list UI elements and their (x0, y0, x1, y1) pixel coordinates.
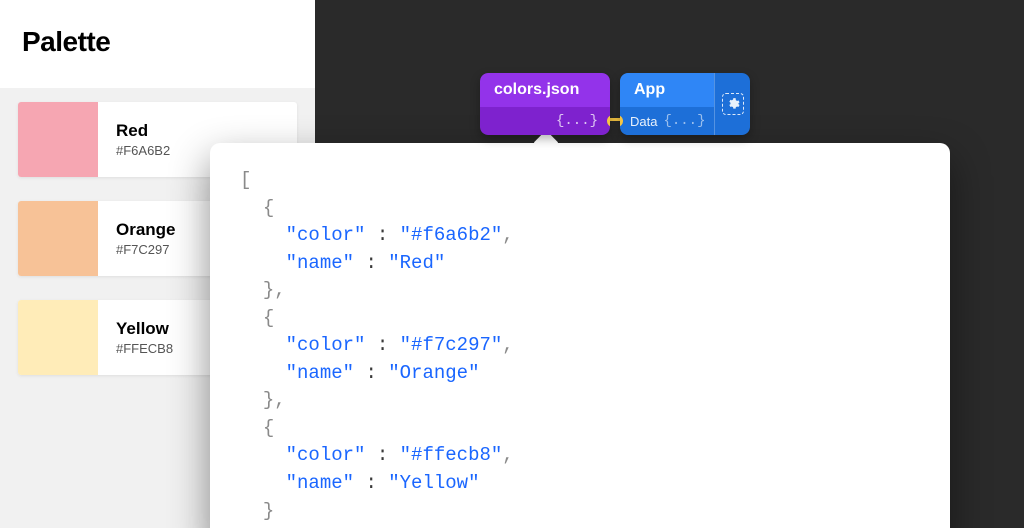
node-title: colors.json (480, 73, 610, 107)
swatch-hex: #FFECB8 (116, 341, 173, 356)
input-port[interactable] (620, 115, 623, 127)
braces-icon: {...} (663, 113, 705, 129)
json-source-view[interactable]: [ { "color" : "#f6a6b2", "name" : "Red" … (240, 167, 920, 528)
swatch-info: Orange #F7C297 (98, 201, 194, 276)
swatch-name: Red (116, 121, 170, 141)
gear-icon (722, 93, 744, 115)
swatch-info: Red #F6A6B2 (98, 102, 188, 177)
swatch (18, 102, 98, 177)
node-title: App (620, 73, 714, 107)
node-body: {...} (480, 107, 610, 135)
json-popover: [ { "color" : "#f6a6b2", "name" : "Red" … (210, 143, 950, 528)
swatch-hex: #F6A6B2 (116, 143, 170, 158)
node-body: Data {...} (620, 107, 714, 135)
braces-icon: {...} (556, 113, 598, 129)
page-title: Palette (22, 26, 293, 58)
node-app[interactable]: App Data {...} (620, 73, 750, 135)
swatch-name: Orange (116, 220, 176, 240)
swatch-name: Yellow (116, 319, 173, 339)
node-graph: colors.json {...} App Data {...} (480, 73, 750, 135)
sidebar-header: Palette (0, 0, 315, 88)
node-colors-json[interactable]: colors.json {...} (480, 73, 610, 135)
output-port[interactable] (607, 115, 610, 127)
data-label: Data (630, 114, 657, 129)
swatch (18, 201, 98, 276)
swatch-hex: #F7C297 (116, 242, 176, 257)
canvas[interactable]: colors.json {...} App Data {...} (315, 0, 1024, 528)
swatch (18, 300, 98, 375)
swatch-info: Yellow #FFECB8 (98, 300, 191, 375)
node-settings-button[interactable] (714, 73, 750, 135)
